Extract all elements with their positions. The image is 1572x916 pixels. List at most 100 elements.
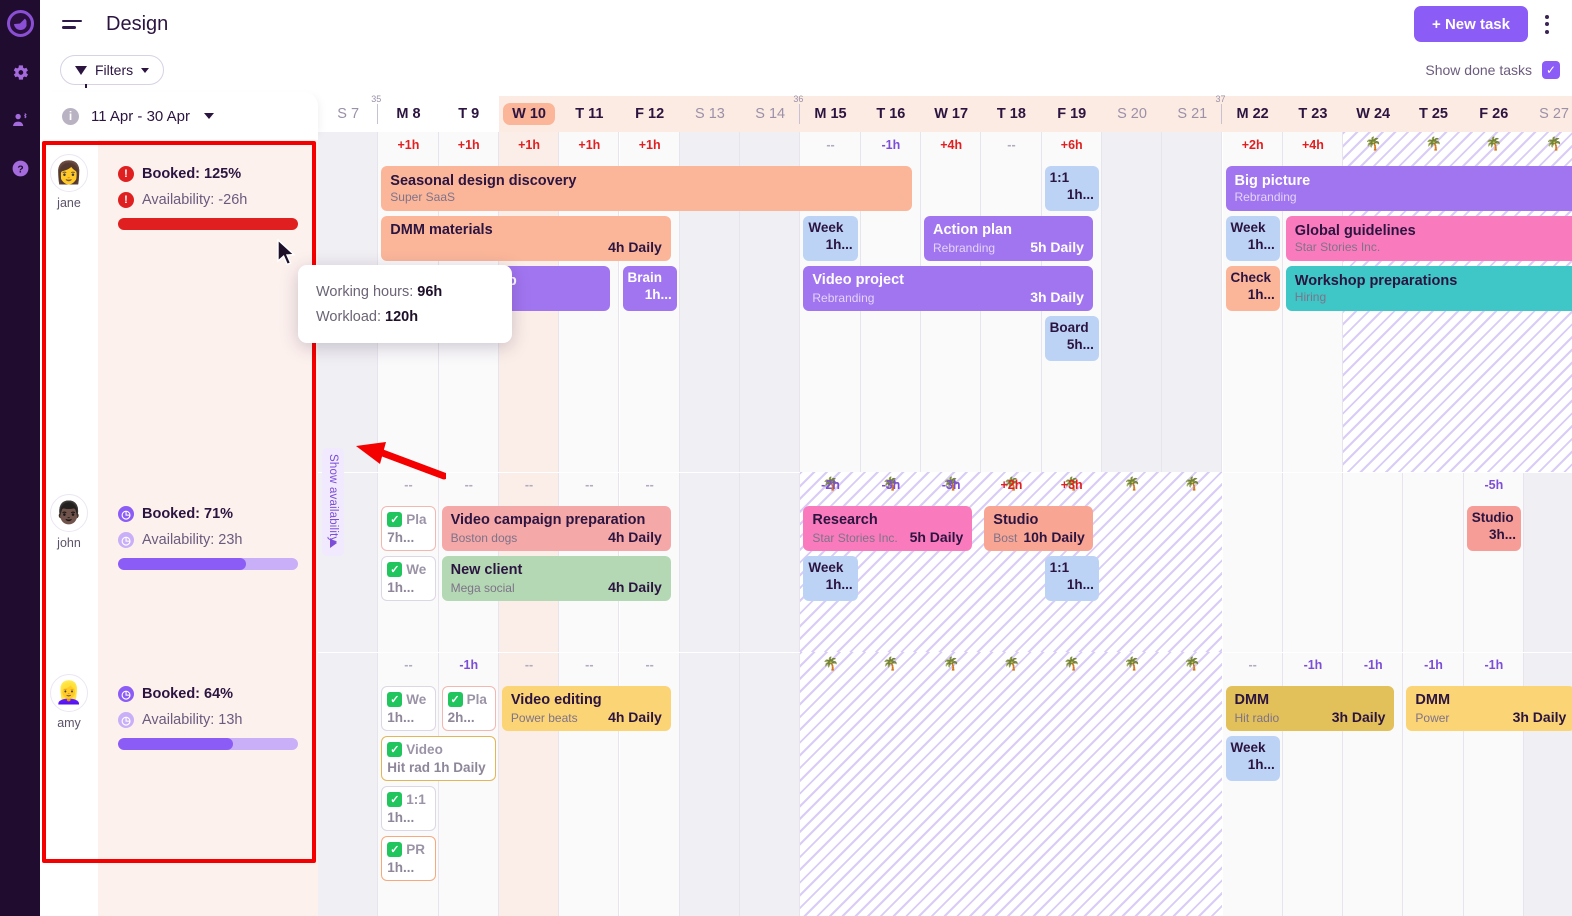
completed-task-chip[interactable]: ✓VideoHit rad 1h Daily: [381, 736, 496, 781]
date-range-selector[interactable]: i 11 Apr - 30 Apr: [40, 92, 318, 140]
task-title: Seasonal design discovery: [390, 173, 903, 190]
task-card[interactable]: DMM materials4h Daily: [381, 216, 671, 261]
day-header-s20[interactable]: S 20: [1102, 96, 1162, 132]
settings-icon[interactable]: [7, 59, 33, 85]
completed-task-chip[interactable]: ✓Pla7h...: [381, 506, 435, 551]
booked-stat[interactable]: !Booked: 125%: [118, 166, 298, 182]
person-row[interactable]: 👩jane!Booked: 125%!Availability: -26h: [40, 140, 318, 480]
task-chip[interactable]: 1:11h...: [1045, 556, 1099, 601]
day-header-w24[interactable]: W 24: [1343, 96, 1403, 132]
day-header-s14[interactable]: S 14: [740, 96, 800, 132]
completed-task-chip[interactable]: ✓Pla2h...: [442, 686, 496, 731]
vacation-palm-icon: 🌴: [883, 656, 899, 672]
task-card[interactable]: Global guidelinesStar Stories Inc.: [1286, 216, 1572, 261]
task-card[interactable]: DMMPower3h Daily: [1406, 686, 1572, 731]
task-chip[interactable]: Check1h...: [1226, 266, 1280, 311]
booked-stat[interactable]: ◷Booked: 71%: [118, 506, 298, 522]
availability-stat[interactable]: ◷Availability: 13h: [118, 712, 298, 728]
availability-stat[interactable]: !Availability: -26h: [118, 192, 298, 208]
day-header-s27[interactable]: S 27: [1524, 96, 1572, 132]
person-row[interactable]: 👱‍♀️amy◷Booked: 64%◷Availability: 13h: [40, 660, 318, 916]
hamburger-icon[interactable]: [62, 16, 84, 32]
task-chip[interactable]: 1:11h...: [1045, 166, 1099, 211]
workload-bar[interactable]: [118, 558, 298, 570]
day-header-t9[interactable]: T 9: [439, 96, 499, 132]
day-header-s21[interactable]: S 21: [1162, 96, 1222, 132]
task-duration: 5h Daily: [910, 529, 964, 545]
people-icon[interactable]: [7, 107, 33, 133]
task-chip[interactable]: Week1h...: [1226, 216, 1280, 261]
task-card[interactable]: Action planRebranding5h Daily: [924, 216, 1093, 261]
day-header-f19[interactable]: F 19: [1042, 96, 1102, 132]
grid-column[interactable]: [740, 132, 800, 916]
day-header-t18[interactable]: T 18: [981, 96, 1041, 132]
day-header-m22[interactable]: 37M 22: [1222, 96, 1282, 132]
task-card[interactable]: Workshop preparationsHiring: [1286, 266, 1572, 311]
chevron-right-icon: [330, 538, 337, 548]
capacity-delta: +4h: [1283, 138, 1343, 152]
task-chip[interactable]: Week1h...: [803, 216, 857, 261]
day-header-t25[interactable]: T 25: [1403, 96, 1463, 132]
info-icon[interactable]: i: [62, 108, 79, 125]
capacity-delta: +2h: [981, 478, 1041, 492]
task-chip[interactable]: Studio3h...: [1467, 506, 1521, 551]
task-chip[interactable]: Week1h...: [803, 556, 857, 601]
booked-stat[interactable]: ◷Booked: 64%: [118, 686, 298, 702]
task-title: Studio: [1472, 510, 1516, 527]
app-logo-icon[interactable]: [7, 10, 34, 37]
capacity-delta: --: [800, 138, 860, 152]
day-header-s7[interactable]: S 7: [318, 96, 378, 132]
capacity-delta: -2h: [800, 478, 860, 492]
day-header-t23[interactable]: T 23: [1283, 96, 1343, 132]
task-chip[interactable]: Brain1h...: [623, 266, 677, 311]
help-icon[interactable]: ?: [7, 155, 33, 181]
capacity-delta: --: [559, 478, 619, 492]
person-row[interactable]: 👨🏿john◷Booked: 71%◷Availability: 23h: [40, 480, 318, 660]
task-card[interactable]: Video campaign preparationBoston dogs4h …: [442, 506, 671, 551]
avatar[interactable]: 👱‍♀️: [50, 674, 88, 712]
day-header-t16[interactable]: T 16: [861, 96, 921, 132]
schedule-grid[interactable]: 🌴🌴🌴🌴🌴🌴🌴🌴🌴🌴🌴🌴🌴🌴🌴🌴🌴🌴+1h+1h+1h+1h+1h---1h+4…: [318, 132, 1572, 916]
availability-stat[interactable]: ◷Availability: 23h: [118, 532, 298, 548]
task-card[interactable]: Video projectRebranding3h Daily: [803, 266, 1093, 311]
task-chip[interactable]: Board5h...: [1045, 316, 1099, 361]
day-header-m8[interactable]: 35M 8: [378, 96, 438, 132]
person-stats: ◷Booked: 64% ◷Availability: 13h: [98, 660, 318, 916]
show-done-tasks-checkbox[interactable]: ✓: [1542, 61, 1560, 79]
task-card[interactable]: Video editingPower beats4h Daily: [502, 686, 671, 731]
task-card[interactable]: New clientMega social4h Daily: [442, 556, 671, 601]
availability-label: Availability: 13h: [142, 712, 243, 728]
day-header-s13[interactable]: S 13: [680, 96, 740, 132]
task-card[interactable]: Seasonal design discoverySuper SaaS: [381, 166, 912, 211]
grid-column[interactable]: [680, 132, 740, 916]
day-header-w10[interactable]: W 10: [499, 96, 559, 132]
booked-label: Booked: 64%: [142, 686, 233, 702]
day-header-f26[interactable]: F 26: [1464, 96, 1524, 132]
day-header-f12[interactable]: F 12: [619, 96, 679, 132]
completed-task-chip[interactable]: ✓1:11h...: [381, 786, 435, 831]
tooltip-workload: Workload: 120h: [316, 309, 494, 325]
new-task-button[interactable]: + New task: [1414, 6, 1528, 42]
task-chip[interactable]: Week1h...: [1226, 736, 1280, 781]
done-check-icon: ✓: [387, 792, 402, 807]
day-label: M 8: [396, 106, 420, 122]
day-header-w17[interactable]: W 17: [921, 96, 981, 132]
task-card[interactable]: ResearchStar Stories Inc.5h Daily: [803, 506, 972, 551]
show-availability-toggle[interactable]: Show availability: [322, 448, 344, 556]
completed-task-chip[interactable]: ✓We1h...: [381, 556, 435, 601]
avatar[interactable]: 👨🏿: [50, 494, 88, 532]
week-number: 35: [371, 94, 381, 104]
workload-bar[interactable]: [118, 218, 298, 230]
more-options-icon[interactable]: [1534, 8, 1560, 40]
task-card[interactable]: StudioBost10h Daily: [984, 506, 1093, 551]
day-header-m15[interactable]: 36M 15: [800, 96, 860, 132]
day-header-t11[interactable]: T 11: [559, 96, 619, 132]
completed-task-chip[interactable]: ✓We1h...: [381, 686, 435, 731]
workload-bar[interactable]: [118, 738, 298, 750]
completed-task-chip[interactable]: ✓PR1h...: [381, 836, 435, 881]
avatar[interactable]: 👩: [50, 154, 88, 192]
vacation-palm-icon: 🌴: [1064, 656, 1080, 672]
task-card[interactable]: DMMHit radio3h Daily: [1226, 686, 1395, 731]
task-card[interactable]: Big pictureRebranding: [1226, 166, 1572, 211]
filters-button[interactable]: Filters: [60, 55, 164, 85]
